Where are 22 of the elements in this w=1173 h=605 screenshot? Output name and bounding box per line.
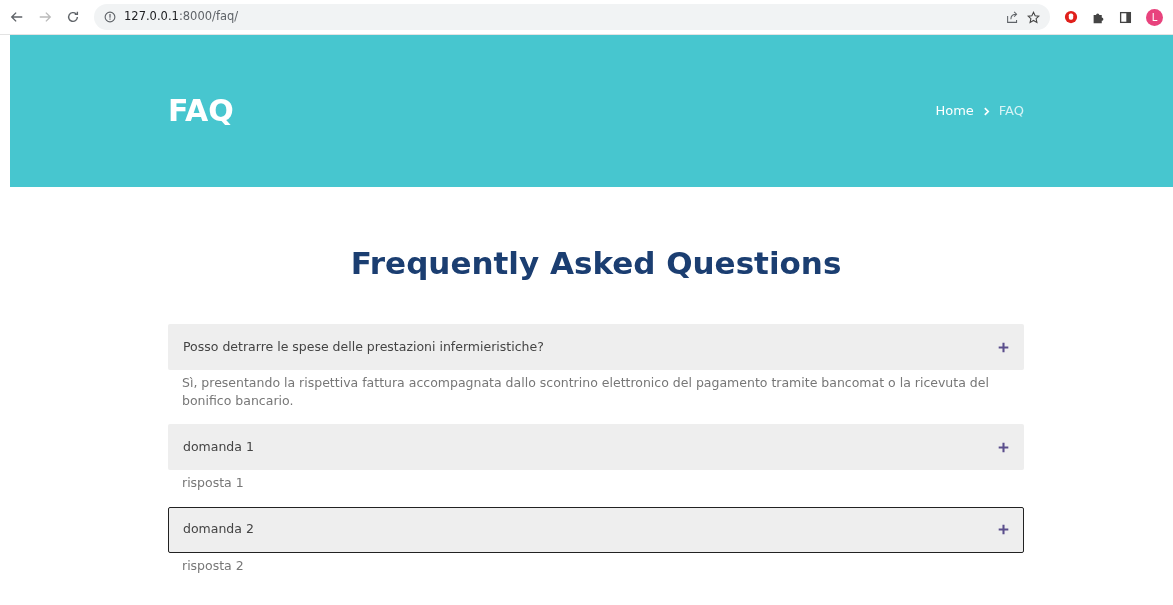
faq-answer: risposta 1 bbox=[181, 474, 245, 493]
info-icon[interactable] bbox=[104, 11, 116, 23]
page-title: FAQ bbox=[168, 93, 234, 129]
plus-icon bbox=[998, 341, 1009, 353]
back-icon[interactable] bbox=[10, 10, 24, 24]
faq-question[interactable]: Posso detrarre le spese delle prestazioni infermieristiche? bbox=[168, 324, 1024, 371]
section-heading: Frequently Asked Questions bbox=[349, 245, 843, 283]
url-text: 127.0.0.1:8000/faq/ bbox=[124, 8, 239, 26]
faq-answer: Sì, presentando la rispettiva fattura accompagnata dallo scontrino elettronico del pagamento tramite bancomat o la ricevuta del bonifico bancario. bbox=[181, 374, 990, 411]
star-icon[interactable] bbox=[1027, 10, 1040, 24]
side-panel-icon[interactable] bbox=[1119, 10, 1132, 24]
faq-question[interactable]: domanda 1 bbox=[168, 424, 1024, 471]
address-bar[interactable]: 127.0.0.1:8000/faq/ bbox=[94, 4, 1050, 30]
reload-icon[interactable] bbox=[66, 10, 80, 24]
breadcrumb-current: FAQ bbox=[998, 102, 1024, 121]
plus-icon bbox=[998, 441, 1009, 453]
plus-icon bbox=[998, 524, 1009, 536]
profile-avatar[interactable]: L bbox=[1146, 8, 1163, 26]
share-icon[interactable] bbox=[1006, 10, 1019, 24]
chevron-right-icon bbox=[981, 106, 991, 116]
faq-question[interactable]: domanda 2 bbox=[168, 506, 1024, 553]
faq-answer: risposta 2 bbox=[181, 556, 245, 575]
